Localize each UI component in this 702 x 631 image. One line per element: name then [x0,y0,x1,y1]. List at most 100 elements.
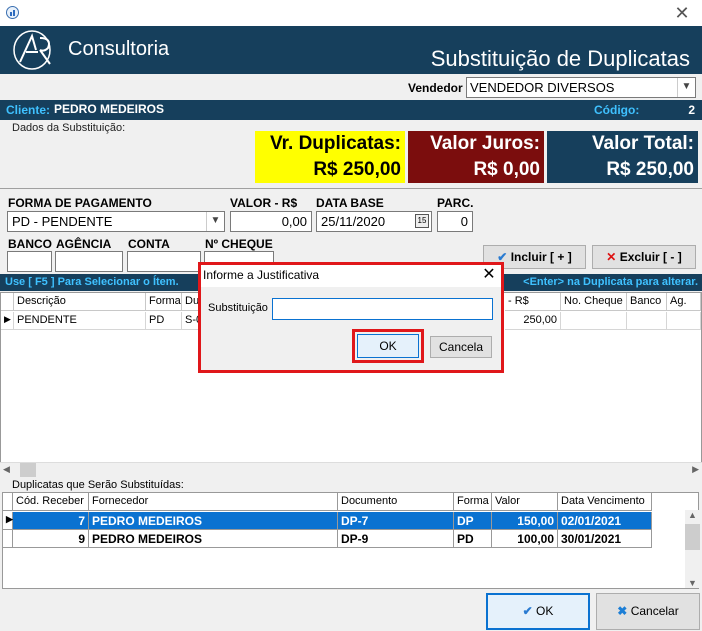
valor-input[interactable]: 0,00 [230,211,312,232]
substituicao-input[interactable] [272,298,493,320]
window-titlebar [0,0,702,26]
conta-label: CONTA [128,237,170,251]
juros-label: Valor Juros: [408,131,544,157]
cell-agencia[interactable] [667,312,701,330]
cancel-label: Cancelar [630,604,679,618]
ok-label: OK [536,604,554,618]
parc-label: PARC. [437,196,474,210]
window-close-icon[interactable]: ✕ [670,2,694,24]
chevron-down-icon[interactable]: ▼ [206,212,224,231]
cell-descricao[interactable]: PENDENTE [14,312,146,330]
col-header-forma[interactable]: Forma [454,493,492,511]
cheque-label: Nº CHEQUE [205,237,273,251]
horizontal-scrollbar[interactable]: ◀ ▶ [0,462,702,478]
chevron-down-icon[interactable]: ▼ [677,78,695,97]
juros-value: R$ 0,00 [408,157,544,183]
table-row-cell[interactable]: PD [454,530,492,548]
total-value: R$ 250,00 [547,157,698,183]
table-row-cell[interactable]: 9 [13,530,89,548]
client-label: Cliente: [6,103,51,117]
code-value: 2 [688,103,695,117]
calendar-icon[interactable]: 15 [415,214,429,228]
info-hint-right: <Enter> na Duplicata para alterar. [523,276,698,288]
agencia-label: AGÊNCIA [56,237,112,251]
banco-input[interactable] [7,251,52,272]
scroll-up-icon[interactable]: ▲ [688,510,697,520]
info-hint-left: Use [ F5 ] Para Selecionar o Ítem. [5,276,179,288]
client-name: PEDRO MEDEIROS [54,102,165,116]
excluir-label: Excluir [ - ] [619,250,682,264]
table-row-cell[interactable]: 02/01/2021 [558,512,652,530]
cell-forma[interactable]: PD [146,312,182,330]
client-bar: Cliente: PEDRO MEDEIROS Código: 2 [0,100,702,120]
row-indicator [3,530,13,548]
x-icon: ✕ [606,250,617,264]
row-indicator-header [3,493,13,511]
dialog-cancel-button[interactable]: Cancela [430,336,492,358]
company-logo [13,30,51,70]
substituted-grid[interactable]: Cód. Receber Fornecedor Documento Forma … [2,492,699,589]
vertical-scrollbar[interactable]: ▲ ▼ [685,510,700,588]
substituted-section-title: Duplicatas que Serão Substituídas: [12,479,184,491]
col-header-codigo[interactable]: Cód. Receber [13,493,89,511]
header-banner: Consultoria Substituição de Duplicatas [0,26,702,74]
dialog-title: Informe a Justificativa [203,268,320,282]
table-row-cell[interactable]: 7 [13,512,89,530]
banco-label: BANCO [8,237,52,251]
table-row-cell[interactable]: PEDRO MEDEIROS [89,512,338,530]
table-row-cell[interactable]: DP-9 [338,530,454,548]
scrollbar-thumb[interactable] [685,524,700,550]
col-header-cheque[interactable]: No. Cheque [561,293,627,311]
data-base-value: 25/11/2020 [321,214,386,229]
table-row-cell[interactable]: PEDRO MEDEIROS [89,530,338,548]
scrollbar-thumb[interactable] [20,463,36,477]
col-header-fornecedor[interactable]: Fornecedor [89,493,338,511]
excluir-button[interactable]: ✕ Excluir [ - ] [592,245,696,269]
col-header-descricao[interactable]: Descrição [14,293,146,311]
code-label: Código: [594,103,640,117]
cancel-button[interactable]: ✖ Cancelar [596,593,700,630]
table-row-cell[interactable]: 100,00 [492,530,558,548]
data-base-label: DATA BASE [316,196,384,210]
total-label: Valor Total: [547,131,698,157]
cell-banco[interactable] [627,312,667,330]
vendor-value: VENDEDOR DIVERSOS [470,80,615,95]
col-header-banco[interactable]: Banco [627,293,667,311]
table-row-cell[interactable]: 150,00 [492,512,558,530]
forma-label: FORMA DE PAGAMENTO [8,196,152,210]
app-chart-icon [6,6,19,19]
cell-valor[interactable]: 250,00 [505,312,561,330]
dialog-ok-button[interactable]: OK [357,334,419,358]
col-header-valor[interactable]: - R$ [505,293,561,311]
valor-label: VALOR - R$ [230,196,298,210]
col-header-forma[interactable]: Forma [146,293,182,311]
table-row-cell[interactable]: DP-7 [338,512,454,530]
row-pointer-icon: ▶ [1,312,14,330]
col-header-vencimento[interactable]: Data Vencimento [558,493,652,511]
col-header-agencia[interactable]: Ag. [667,293,701,311]
conta-input[interactable] [127,251,201,272]
incluir-label: Incluir [ + ] [510,250,572,264]
cancel-x-icon: ✖ [617,604,628,618]
parc-input[interactable]: 0 [437,211,473,232]
dialog-close-icon[interactable]: ✕ [480,265,498,285]
vendor-select[interactable]: VENDEDOR DIVERSOS ▼ [466,77,696,98]
data-base-input[interactable]: 25/11/2020 15 [316,211,432,232]
col-header-documento[interactable]: Documento [338,493,454,511]
forma-pagamento-select[interactable]: PD - PENDENTE ▼ [7,211,225,232]
agencia-input[interactable] [55,251,123,272]
scroll-right-icon[interactable]: ▶ [692,464,699,475]
table-row-cell[interactable]: 30/01/2021 [558,530,652,548]
vendor-label: Vendedor [408,81,463,95]
col-header-valor[interactable]: Valor [492,493,558,511]
duplicatas-value: R$ 250,00 [255,157,405,183]
check-icon: ✔ [522,604,533,618]
cell-cheque[interactable] [561,312,627,330]
scroll-left-icon[interactable]: ◀ [3,464,10,475]
scroll-down-icon[interactable]: ▼ [688,578,697,588]
substituicao-label: Substituição [208,302,268,314]
table-row-cell[interactable]: DP [454,512,492,530]
ok-button[interactable]: ✔ OK [486,593,590,630]
row-pointer-icon: ▶ [3,512,13,530]
row-indicator-header [1,293,14,311]
